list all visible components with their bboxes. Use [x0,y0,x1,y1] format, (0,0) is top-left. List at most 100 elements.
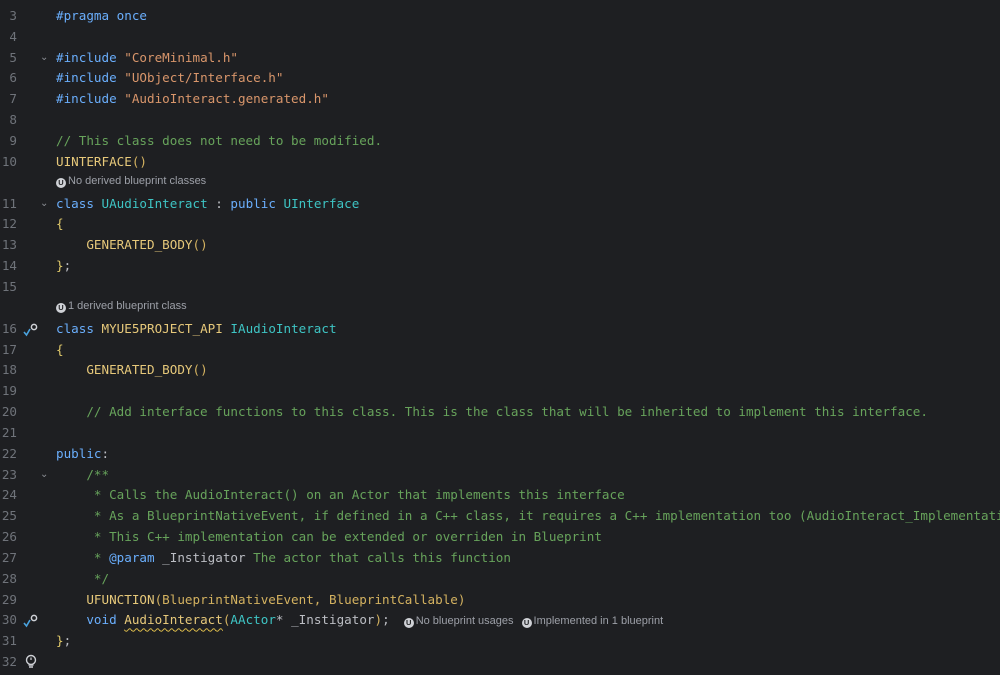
token: */ [56,570,110,586]
code-text[interactable]: * Calls the AudioInteract() on an Actor … [56,485,625,505]
token: GENERATED_BODY [56,362,193,378]
line-number: 17 [1,341,17,357]
fold-chevron-icon[interactable]: ⌄ [40,194,50,214]
code-line: 22 public: [0,444,1000,464]
line-number: 9 [9,132,17,148]
line-number: 25 [1,508,17,524]
unreal-badge-icon: U [403,618,414,629]
code-line: 18 GENERATED_BODY() [0,360,1000,380]
line-number: 28 [1,570,17,586]
token: AActor [230,612,276,628]
line-number: 26 [1,529,17,545]
token: * As a BlueprintNativeEvent, if defined … [56,508,1000,524]
line-number: 23 [1,466,17,482]
code-line: 14}; [0,256,1000,276]
code-line: 6 #include "UObject/Interface.h" [0,68,1000,88]
token: "AudioInteract.generated.h" [124,91,329,107]
lightbulb-icon[interactable] [24,652,38,672]
code-text[interactable]: }; [56,631,71,651]
token: ; [63,258,72,274]
token: AudioInteract [124,612,223,628]
line-number: 18 [1,362,17,378]
code-text[interactable]: #include "UObject/Interface.h" [56,68,283,88]
line-number: 32 [1,654,17,670]
token: #include [56,91,125,107]
token: } [56,258,64,274]
code-line: 17 { [0,340,1000,360]
token: UINTERFACE [56,153,132,169]
code-text[interactable]: }; [56,256,71,276]
line-number: 27 [1,549,17,565]
implemented-marker-icon[interactable] [22,319,40,339]
code-text[interactable]: { [56,214,64,234]
token: _Instigator [291,612,375,628]
token: UFUNCTION [56,591,155,607]
code-editor[interactable]: 3 #pragma once 4 5 ⌄ #include "CoreMinimal.h"… [0,0,1000,671]
line-number: 11 [1,195,17,211]
token: // This class does not need to be modifi… [56,132,383,148]
code-text[interactable]: { [56,340,64,360]
line-number: 15 [1,278,17,294]
code-line: 27 * @param _Instigator The actor that c… [0,548,1000,568]
line-number: 14 [1,258,17,274]
line-number: 29 [1,591,17,607]
token: _Instigator [154,549,246,565]
code-line: 8 [0,110,1000,130]
blueprint-hint-text: No derived blueprint classes [68,174,207,187]
line-number: 16 [1,320,17,336]
token: ; [63,633,72,649]
code-text[interactable]: UFUNCTION(BlueprintNativeEvent, Blueprin… [56,590,465,610]
token: /** [56,466,110,482]
code-line: 13 GENERATED_BODY() [0,235,1000,255]
code-text[interactable]: class UAudioInteract : public UInterface [56,194,359,214]
code-text[interactable]: * This C++ implementation can be extende… [56,527,602,547]
token: GENERATED_BODY [56,237,193,253]
implemented-marker-icon[interactable] [22,610,40,630]
code-text[interactable]: #include "AudioInteract.generated.h" [56,89,329,109]
line-number: 20 [1,404,17,420]
code-text[interactable]: #pragma once [56,6,147,26]
line-number: 22 [1,445,17,461]
code-text[interactable]: * @param _Instigator The actor that call… [56,548,511,568]
line-number: 5 [9,49,17,65]
inlay-hint[interactable]: U No blueprint usages [403,615,514,629]
token: #include [56,49,125,65]
code-text[interactable]: class MYUE5PROJECT_API IAudioInteract [56,319,337,339]
token: ; [382,612,390,628]
token: () [131,153,147,169]
token: * [56,549,110,565]
token: class [56,320,102,336]
code-text[interactable]: public: [56,444,109,464]
line-number: 4 [9,28,17,44]
blueprint-hint[interactable]: U1 derived blueprint class [56,299,187,313]
inlay-hint[interactable]: U Implemented in 1 blueprint [521,615,663,629]
line-number: 7 [9,91,17,107]
fold-chevron-icon[interactable]: ⌄ [40,465,50,485]
token: () [192,362,208,378]
code-text[interactable]: */ [56,569,109,589]
code-line: 29 UFUNCTION(BlueprintNativeEvent, Bluep… [0,590,1000,610]
blueprint-hint[interactable]: U No derived blueprint classes [56,174,206,188]
code-text[interactable]: * As a BlueprintNativeEvent, if defined … [56,506,1000,526]
code-text[interactable]: // This class does not need to be modifi… [56,131,382,151]
token: : [101,445,110,461]
code-text[interactable]: UINTERFACE() [56,152,147,172]
token: MYUE5PROJECT_API [101,320,231,336]
code-text[interactable]: /** [56,465,109,485]
code-line: 30 void AudioInteract(AActor* _Instigato… [0,610,1000,630]
code-text[interactable]: // Add interface functions to this class… [56,402,928,422]
code-line: 5 ⌄ #include "CoreMinimal.h" [0,48,1000,68]
code-text[interactable]: void AudioInteract(AActor* _Instigator);… [56,610,663,631]
code-line: 11 ⌄ class UAudioInteract : public UInterf… [0,194,1000,214]
code-text[interactable]: #include "CoreMinimal.h" [56,48,238,68]
code-line: 31}; [0,631,1000,651]
fold-chevron-icon[interactable]: ⌄ [40,48,50,68]
code-line: 4 [0,27,1000,47]
code-text[interactable]: GENERATED_BODY() [56,235,207,255]
token: IAudioInteract [230,320,337,336]
token: public [230,195,284,211]
token: The actor that calls this function [245,549,511,565]
code-text[interactable]: GENERATED_BODY() [56,360,208,380]
unreal-badge-icon: U [56,177,66,188]
token: (BlueprintNativeEvent, BlueprintCallable… [154,591,466,607]
